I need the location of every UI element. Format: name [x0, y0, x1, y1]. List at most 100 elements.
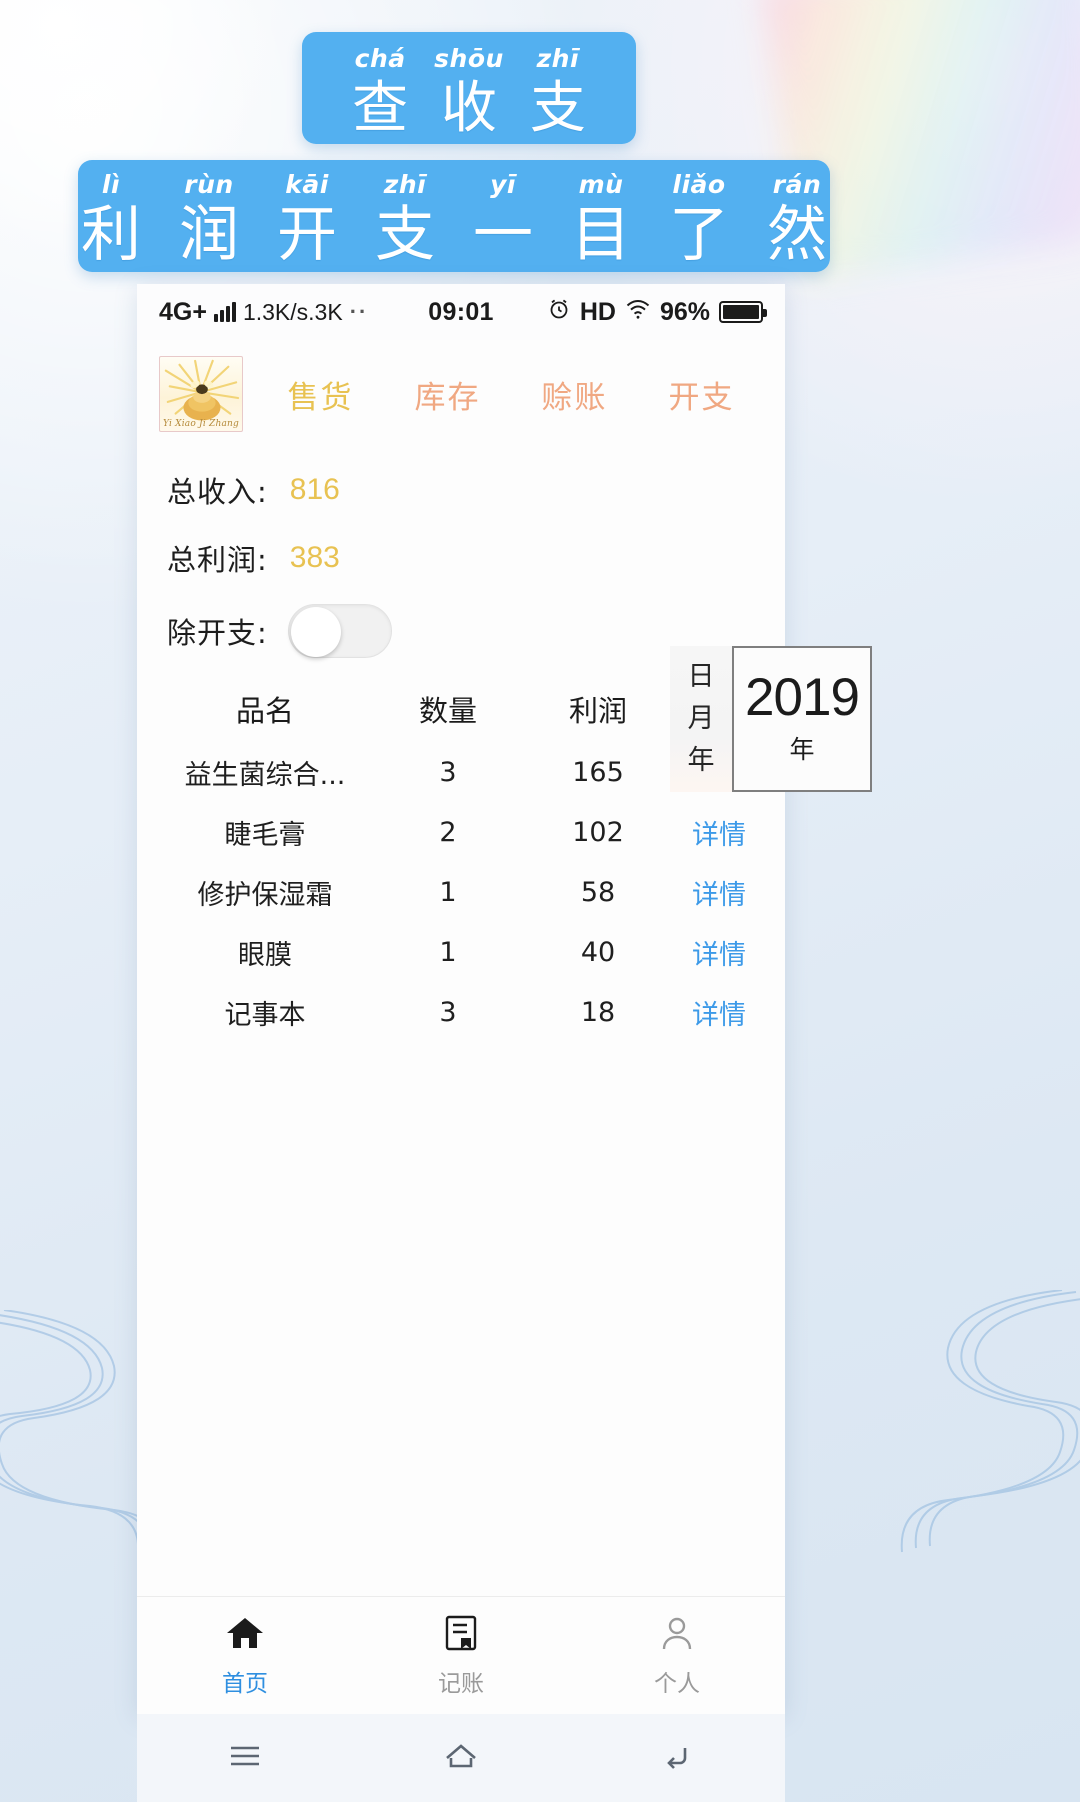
pinyin-text: lì [101, 170, 121, 199]
column-header-qty: 数量 [418, 694, 477, 728]
nav-item-ledger[interactable]: 记账 [353, 1614, 569, 1698]
android-menu-button[interactable] [137, 1739, 353, 1778]
status-bar-left: 4G+ 1.3K/s.3K ·· [159, 298, 428, 327]
cell-name: 睫毛膏 [224, 819, 306, 851]
table-row[interactable]: 记事本 3 18 详情 [157, 982, 765, 1042]
pinyin-text: rán [772, 170, 822, 199]
spiral-decoration-right [890, 1290, 1080, 1570]
exclude-expense-toggle[interactable] [287, 604, 392, 658]
hanzi-text: 了 [669, 200, 729, 270]
date-period-selector[interactable]: 日 月 年 2019 年 [670, 646, 872, 792]
column-header-name: 品名 [235, 694, 294, 728]
pinyin-text: kāi [285, 170, 329, 199]
total-income-row: 总收入: 816 [167, 456, 497, 524]
pinyin-banner-title: chá 查 shōu 收 zhī 支 [302, 32, 636, 144]
total-profit-value: 383 [289, 541, 340, 574]
hanzi-text: 支 [529, 76, 586, 141]
total-profit-label: 总利润: [167, 543, 268, 577]
toggle-knob[interactable] [290, 607, 341, 657]
hanzi-text: 支 [375, 200, 435, 270]
pinyin-cell: mù 目 [558, 172, 644, 265]
status-bar: 4G+ 1.3K/s.3K ·· 09:01 HD 96% [137, 284, 785, 340]
android-home-button[interactable] [353, 1738, 569, 1779]
cell-profit: 18 [580, 996, 616, 1028]
android-back-button[interactable] [569, 1739, 785, 1778]
more-dots-icon: ·· [349, 299, 369, 324]
pinyin-text: liǎo [672, 170, 726, 199]
exclude-expense-row: 除开支: [167, 592, 497, 670]
hanzi-text: 利 [81, 200, 141, 270]
back-icon [655, 1739, 699, 1778]
banner-1-cells: chá 查 shōu 收 zhī 支 [352, 32, 586, 137]
tab-expense[interactable]: 开支 [669, 372, 735, 417]
tab-inventory[interactable]: 库存 [415, 372, 481, 417]
hanzi-text: 收 [441, 76, 497, 141]
detail-link[interactable]: 详情 [692, 940, 746, 971]
period-unit-year[interactable]: 年 [688, 740, 715, 782]
pinyin-cell: chá 查 [352, 46, 408, 137]
selected-year-box[interactable]: 2019 年 [732, 646, 872, 792]
hanzi-text: 查 [352, 76, 409, 141]
nav-label-profile: 个人 [654, 1670, 700, 1697]
pinyin-text: zhī [383, 170, 427, 199]
pinyin-text: zhī [536, 44, 580, 73]
cell-qty: 2 [439, 816, 457, 848]
nav-item-profile[interactable]: 个人 [569, 1614, 785, 1698]
network-type-label: 4G+ [159, 297, 207, 326]
hanzi-text: 然 [767, 200, 827, 270]
hanzi-text: 润 [179, 200, 239, 270]
table-row[interactable]: 眼膜 1 40 详情 [157, 922, 765, 982]
period-unit-day[interactable]: 日 [688, 656, 715, 698]
table-row[interactable]: 睫毛膏 2 102 详情 [157, 802, 765, 862]
app-tabs: 售货 库存 赊账 开支 [243, 372, 765, 417]
pinyin-text: yī [490, 170, 516, 199]
pinyin-text: rùn [184, 170, 234, 199]
bottom-navigation: 首页 记账 个人 [137, 1596, 785, 1714]
table-row[interactable]: 修护保湿霜 1 58 详情 [157, 862, 765, 922]
hd-label: HD [579, 297, 616, 326]
detail-link[interactable]: 详情 [692, 880, 746, 911]
network-speed-label: 1.3K/s.3K [242, 298, 343, 325]
cell-name: 修护保湿霜 [197, 879, 333, 911]
ledger-icon [442, 1614, 480, 1657]
tab-sales[interactable]: 售货 [288, 372, 354, 417]
pinyin-text: mù [578, 170, 624, 199]
status-bar-right: HD 96% [494, 297, 768, 328]
summary-values: 总收入: 816 总利润: 383 除开支: [137, 456, 497, 670]
signal-bars-icon [213, 302, 236, 322]
period-unit-list[interactable]: 日 月 年 [670, 646, 732, 792]
menu-icon [223, 1739, 267, 1778]
pinyin-cell: rán 然 [754, 172, 840, 265]
hanzi-text: 目 [571, 200, 631, 270]
detail-link[interactable]: 详情 [692, 820, 746, 851]
cell-profit: 40 [580, 936, 616, 968]
pinyin-cell: yī 一 [460, 172, 546, 265]
wifi-icon [625, 298, 651, 327]
home-outline-icon [437, 1738, 485, 1779]
nav-item-home[interactable]: 首页 [137, 1614, 353, 1698]
app-header: Yi Xiao Ji Zhang 售货 库存 赊账 开支 [137, 340, 785, 446]
selected-year-unit: 年 [789, 735, 815, 765]
alarm-clock-icon [547, 297, 571, 328]
detail-link[interactable]: 详情 [692, 1000, 746, 1031]
person-icon [658, 1614, 696, 1657]
nav-label-home: 首页 [222, 1670, 268, 1697]
battery-percent-label: 96% [659, 297, 711, 326]
pinyin-text: chá [354, 44, 406, 73]
pinyin-text: shōu [434, 44, 504, 73]
tab-credit[interactable]: 赊账 [542, 372, 608, 417]
pinyin-cell: rùn 润 [166, 172, 252, 265]
pinyin-cell: liǎo 了 [656, 172, 742, 265]
battery-full-icon [719, 301, 768, 323]
nav-label-ledger: 记账 [438, 1670, 484, 1697]
total-income-label: 总收入: [167, 475, 268, 509]
period-unit-month[interactable]: 月 [688, 698, 715, 740]
android-navigation-bar [137, 1714, 785, 1802]
pinyin-cell: lì 利 [68, 172, 154, 265]
home-icon [225, 1614, 265, 1657]
phone-screenshot: 4G+ 1.3K/s.3K ·· 09:01 HD 96% Yi Xiao Ji… [137, 284, 872, 1714]
cell-profit: 58 [580, 876, 616, 908]
cell-name: 眼膜 [238, 939, 292, 971]
cell-name: 记事本 [224, 999, 306, 1031]
summary-section: 总收入: 816 总利润: 383 除开支: 日 月 年 2019 年 [137, 446, 872, 792]
